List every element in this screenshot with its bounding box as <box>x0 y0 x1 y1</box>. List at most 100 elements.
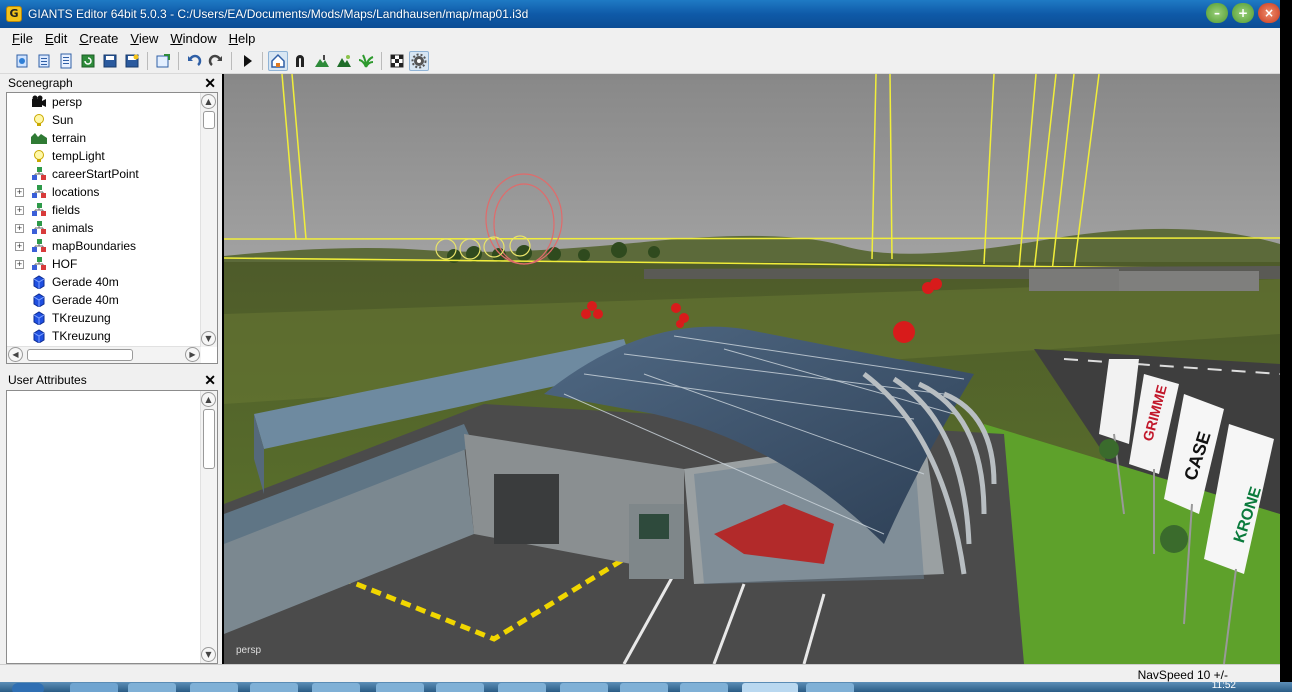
window-title: GIANTS Editor 64bit 5.0.3 - C:/Users/EA/… <box>28 7 529 21</box>
scroll-right-icon[interactable]: ▶ <box>185 347 200 362</box>
shape-icon <box>31 329 47 343</box>
shape-icon <box>31 275 47 289</box>
menu-window[interactable]: Window <box>164 31 222 46</box>
scenegraph-node[interactable]: TKreuzung <box>7 309 201 327</box>
terrain-sculpt-icon[interactable] <box>312 51 332 71</box>
expand-icon[interactable]: + <box>15 187 24 197</box>
taskbar-clock: 11:52 <box>1211 682 1236 691</box>
scenegraph-node-label: TKreuzung <box>52 311 111 325</box>
3d-viewport[interactable]: GRIMME CASE KRONE persp <box>224 74 1280 664</box>
scenegraph-horizontal-scrollbar[interactable]: ◀ ▶ <box>7 346 201 363</box>
scroll-thumb[interactable] <box>203 111 215 129</box>
menu-edit[interactable]: Edit <box>39 31 73 46</box>
expand-icon[interactable]: + <box>15 241 24 251</box>
menu-create[interactable]: Create <box>73 31 124 46</box>
scenegraph-node[interactable]: careerStartPoint <box>7 165 201 183</box>
taskbar-app[interactable] <box>128 683 176 692</box>
toolbar-separator <box>231 51 232 70</box>
camera-icon <box>31 95 47 109</box>
left-pane: Scenegraph ✕ persp Sun terrain tempLight car… <box>0 74 222 664</box>
minimize-button[interactable]: – <box>1206 3 1228 23</box>
scenegraph-node[interactable]: Gerade 40m <box>7 273 201 291</box>
scenegraph-node-label: tempLight <box>52 149 105 163</box>
foliage-icon[interactable] <box>356 51 376 71</box>
select-icon[interactable] <box>268 50 288 71</box>
menu-view[interactable]: View <box>124 31 164 46</box>
scroll-left-icon[interactable]: ◀ <box>8 347 23 362</box>
play-icon[interactable] <box>237 51 257 71</box>
scenegraph-node[interactable]: + HOF <box>7 255 201 273</box>
scenegraph-node-label: fields <box>52 203 81 217</box>
scenegraph-tree: persp Sun terrain tempLight careerStartPoint… <box>7 93 201 347</box>
menu-file[interactable]: File <box>6 31 39 46</box>
start-button[interactable] <box>12 683 44 692</box>
taskbar-app[interactable] <box>680 683 728 692</box>
new-icon[interactable] <box>12 51 32 71</box>
redo-icon[interactable] <box>206 51 226 71</box>
checker-icon[interactable] <box>387 51 407 71</box>
nav-speed-indicator: NavSpeed 10 +/- <box>1137 668 1228 682</box>
maximize-button[interactable]: + <box>1232 3 1254 23</box>
scenegraph-node-label: locations <box>52 185 100 199</box>
scenegraph-node[interactable]: TKreuzung <box>7 327 201 345</box>
scenegraph-node[interactable]: + fields <box>7 201 201 219</box>
taskbar-app[interactable] <box>312 683 360 692</box>
taskbar-app[interactable] <box>70 683 118 692</box>
scenegraph-node[interactable]: terrain <box>7 129 201 147</box>
user-attributes-scrollbar[interactable]: ▲ ▼ <box>200 391 217 663</box>
close-button[interactable]: × <box>1258 3 1280 23</box>
gear-icon[interactable] <box>409 50 429 71</box>
menu-help[interactable]: Help <box>223 31 262 46</box>
terrain-paint-icon[interactable] <box>334 51 354 71</box>
close-icon[interactable]: ✕ <box>204 75 216 92</box>
save-icon[interactable] <box>100 51 120 71</box>
scroll-down-icon[interactable]: ▼ <box>201 647 216 662</box>
scenegraph-vertical-scrollbar[interactable]: ▲ ▼ <box>200 93 217 347</box>
scenegraph-node[interactable]: + mapBoundaries <box>7 237 201 255</box>
list-icon[interactable] <box>56 51 76 71</box>
scenegraph-node[interactable]: Sun <box>7 111 201 129</box>
transform-group-icon <box>31 185 47 199</box>
transform-group-icon <box>31 203 47 217</box>
scenegraph-node[interactable]: Gerade 40m <box>7 291 201 309</box>
terrain-icon <box>31 131 47 145</box>
title-bar: G GIANTS Editor 64bit 5.0.3 - C:/Users/E… <box>0 0 1280 28</box>
taskbar-app-active[interactable] <box>742 683 798 692</box>
light-icon <box>31 149 47 163</box>
scenegraph-node-label: animals <box>52 221 94 235</box>
screen-edge <box>1280 0 1292 682</box>
scenegraph-node[interactable]: + locations <box>7 183 201 201</box>
taskbar-app[interactable] <box>620 683 668 692</box>
taskbar-app[interactable] <box>436 683 484 692</box>
undo-icon[interactable] <box>184 51 204 71</box>
expand-icon[interactable]: + <box>15 223 24 233</box>
refresh-icon[interactable] <box>78 51 98 71</box>
scenegraph-panel: persp Sun terrain tempLight careerStartPoint… <box>6 92 218 364</box>
import-icon[interactable] <box>153 51 173 71</box>
move-icon[interactable] <box>290 51 310 71</box>
scenegraph-node[interactable]: + animals <box>7 219 201 237</box>
expand-icon[interactable]: + <box>15 205 24 215</box>
giants-logo-icon: G <box>6 6 22 22</box>
taskbar-app[interactable] <box>498 683 546 692</box>
scroll-down-icon[interactable]: ▼ <box>201 331 216 346</box>
taskbar-app[interactable] <box>190 683 238 692</box>
scenegraph-node[interactable]: tempLight <box>7 147 201 165</box>
taskbar-app[interactable] <box>806 683 854 692</box>
toolbar <box>0 48 1280 74</box>
save-as-icon[interactable] <box>122 51 142 71</box>
scroll-up-icon[interactable]: ▲ <box>201 94 216 109</box>
open-icon[interactable] <box>34 51 54 71</box>
scenegraph-node[interactable]: persp <box>7 93 201 111</box>
scroll-thumb[interactable] <box>27 349 133 361</box>
close-icon[interactable]: ✕ <box>204 372 216 389</box>
status-bar: NavSpeed 10 +/- <box>0 664 1280 682</box>
expand-icon[interactable]: + <box>15 259 24 269</box>
taskbar-app[interactable] <box>250 683 298 692</box>
scroll-thumb[interactable] <box>203 409 215 469</box>
transform-group-icon <box>31 221 47 235</box>
scenegraph-node-label: TKreuzung <box>52 329 111 343</box>
taskbar-app[interactable] <box>376 683 424 692</box>
scroll-up-icon[interactable]: ▲ <box>201 392 216 407</box>
taskbar-app[interactable] <box>560 683 608 692</box>
